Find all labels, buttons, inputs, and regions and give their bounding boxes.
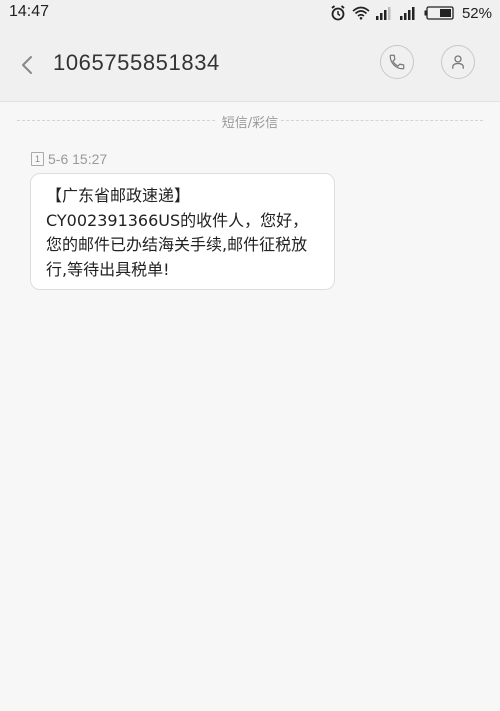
conversation-header: 1065755851834	[0, 26, 500, 102]
back-button[interactable]	[14, 52, 40, 78]
divider-line	[281, 120, 483, 121]
alarm-icon	[331, 5, 345, 21]
message-text: 【广东省邮政速递】 CY002391366US的收件人，您好，您的邮件已办结海关…	[46, 186, 309, 279]
status-icons: 52%	[330, 4, 492, 22]
chevron-left-icon	[22, 56, 32, 74]
person-icon	[452, 55, 464, 69]
contact-button[interactable]	[441, 45, 475, 79]
phone-icon	[389, 54, 405, 70]
wifi-icon	[352, 6, 370, 20]
status-time: 14:47	[9, 3, 50, 20]
signal-icon	[375, 7, 391, 20]
message-type-label: 短信/彩信	[221, 116, 279, 131]
message-meta: 1 5-6 15:27	[31, 150, 107, 168]
message-bubble[interactable]: 【广东省邮政速递】 CY002391366US的收件人，您好，您的邮件已办结海关…	[30, 173, 335, 290]
signal-icon	[399, 7, 415, 20]
message-timestamp: 5-6 15:27	[48, 151, 108, 167]
battery-percent: 52%	[461, 4, 492, 22]
call-button[interactable]	[380, 45, 414, 79]
message-type-divider: 短信/彩信	[17, 112, 483, 131]
sim-card-badge: 1	[31, 152, 44, 166]
status-bar: 14:47 52%	[0, 0, 500, 26]
contact-number: 1065755851834	[53, 50, 220, 75]
battery-icon	[424, 6, 454, 20]
